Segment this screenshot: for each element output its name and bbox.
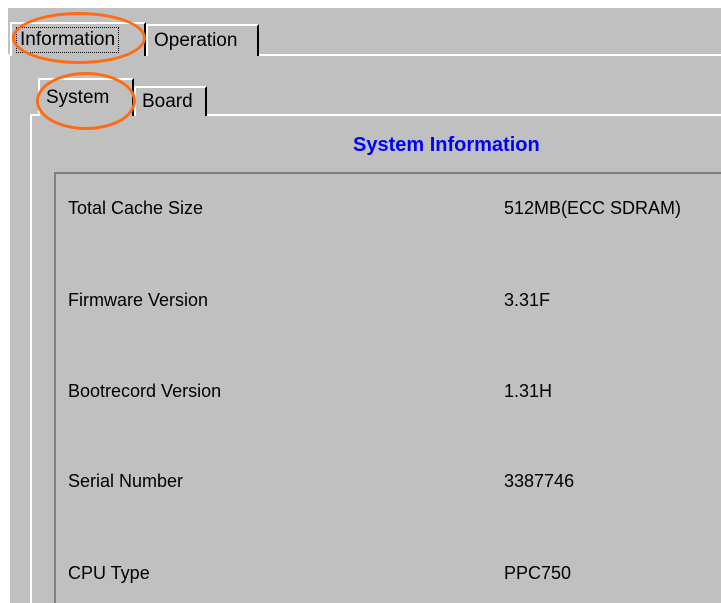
row-label: CPU Type — [68, 563, 150, 583]
row-label: Bootrecord Version — [68, 381, 222, 401]
info-row-cache-size: Total Cache Size 512MB(ECC SDRAM) — [56, 198, 721, 228]
row-value: 3387746 — [504, 471, 575, 491]
tab-operation-label: Operation — [154, 30, 238, 51]
tab-information-label: Information — [15, 27, 120, 53]
tab-operation[interactable]: Operation — [146, 24, 259, 56]
info-row-serial-number: Serial Number 3387746 — [56, 471, 721, 501]
info-row-bootrecord-version: Bootrecord Version 1.31H — [56, 381, 721, 411]
row-value: 3.31F — [504, 290, 551, 310]
system-info-window: Information Operation System Board Syste… — [8, 8, 721, 603]
row-value: 1.31H — [504, 381, 553, 401]
row-value: 512MB(ECC SDRAM) — [504, 198, 682, 218]
outer-panel-edge — [8, 54, 10, 603]
tab-information[interactable]: Information — [10, 22, 146, 56]
tab-board[interactable]: Board — [134, 86, 207, 116]
row-value: PPC750 — [504, 563, 572, 583]
inner-panel-edge — [30, 114, 32, 603]
system-info-panel: Total Cache Size 512MB(ECC SDRAM) Firmwa… — [54, 172, 721, 603]
tab-system-label: System — [46, 87, 110, 108]
row-label: Serial Number — [68, 471, 184, 491]
tab-board-label: Board — [142, 91, 193, 112]
info-row-cpu-type: CPU Type PPC750 — [56, 563, 721, 593]
row-label: Firmware Version — [68, 290, 209, 310]
info-row-firmware-version: Firmware Version 3.31F — [56, 290, 721, 320]
tab-system[interactable]: System — [38, 78, 134, 116]
row-label: Total Cache Size — [68, 198, 204, 218]
section-title: System Information — [353, 134, 540, 156]
